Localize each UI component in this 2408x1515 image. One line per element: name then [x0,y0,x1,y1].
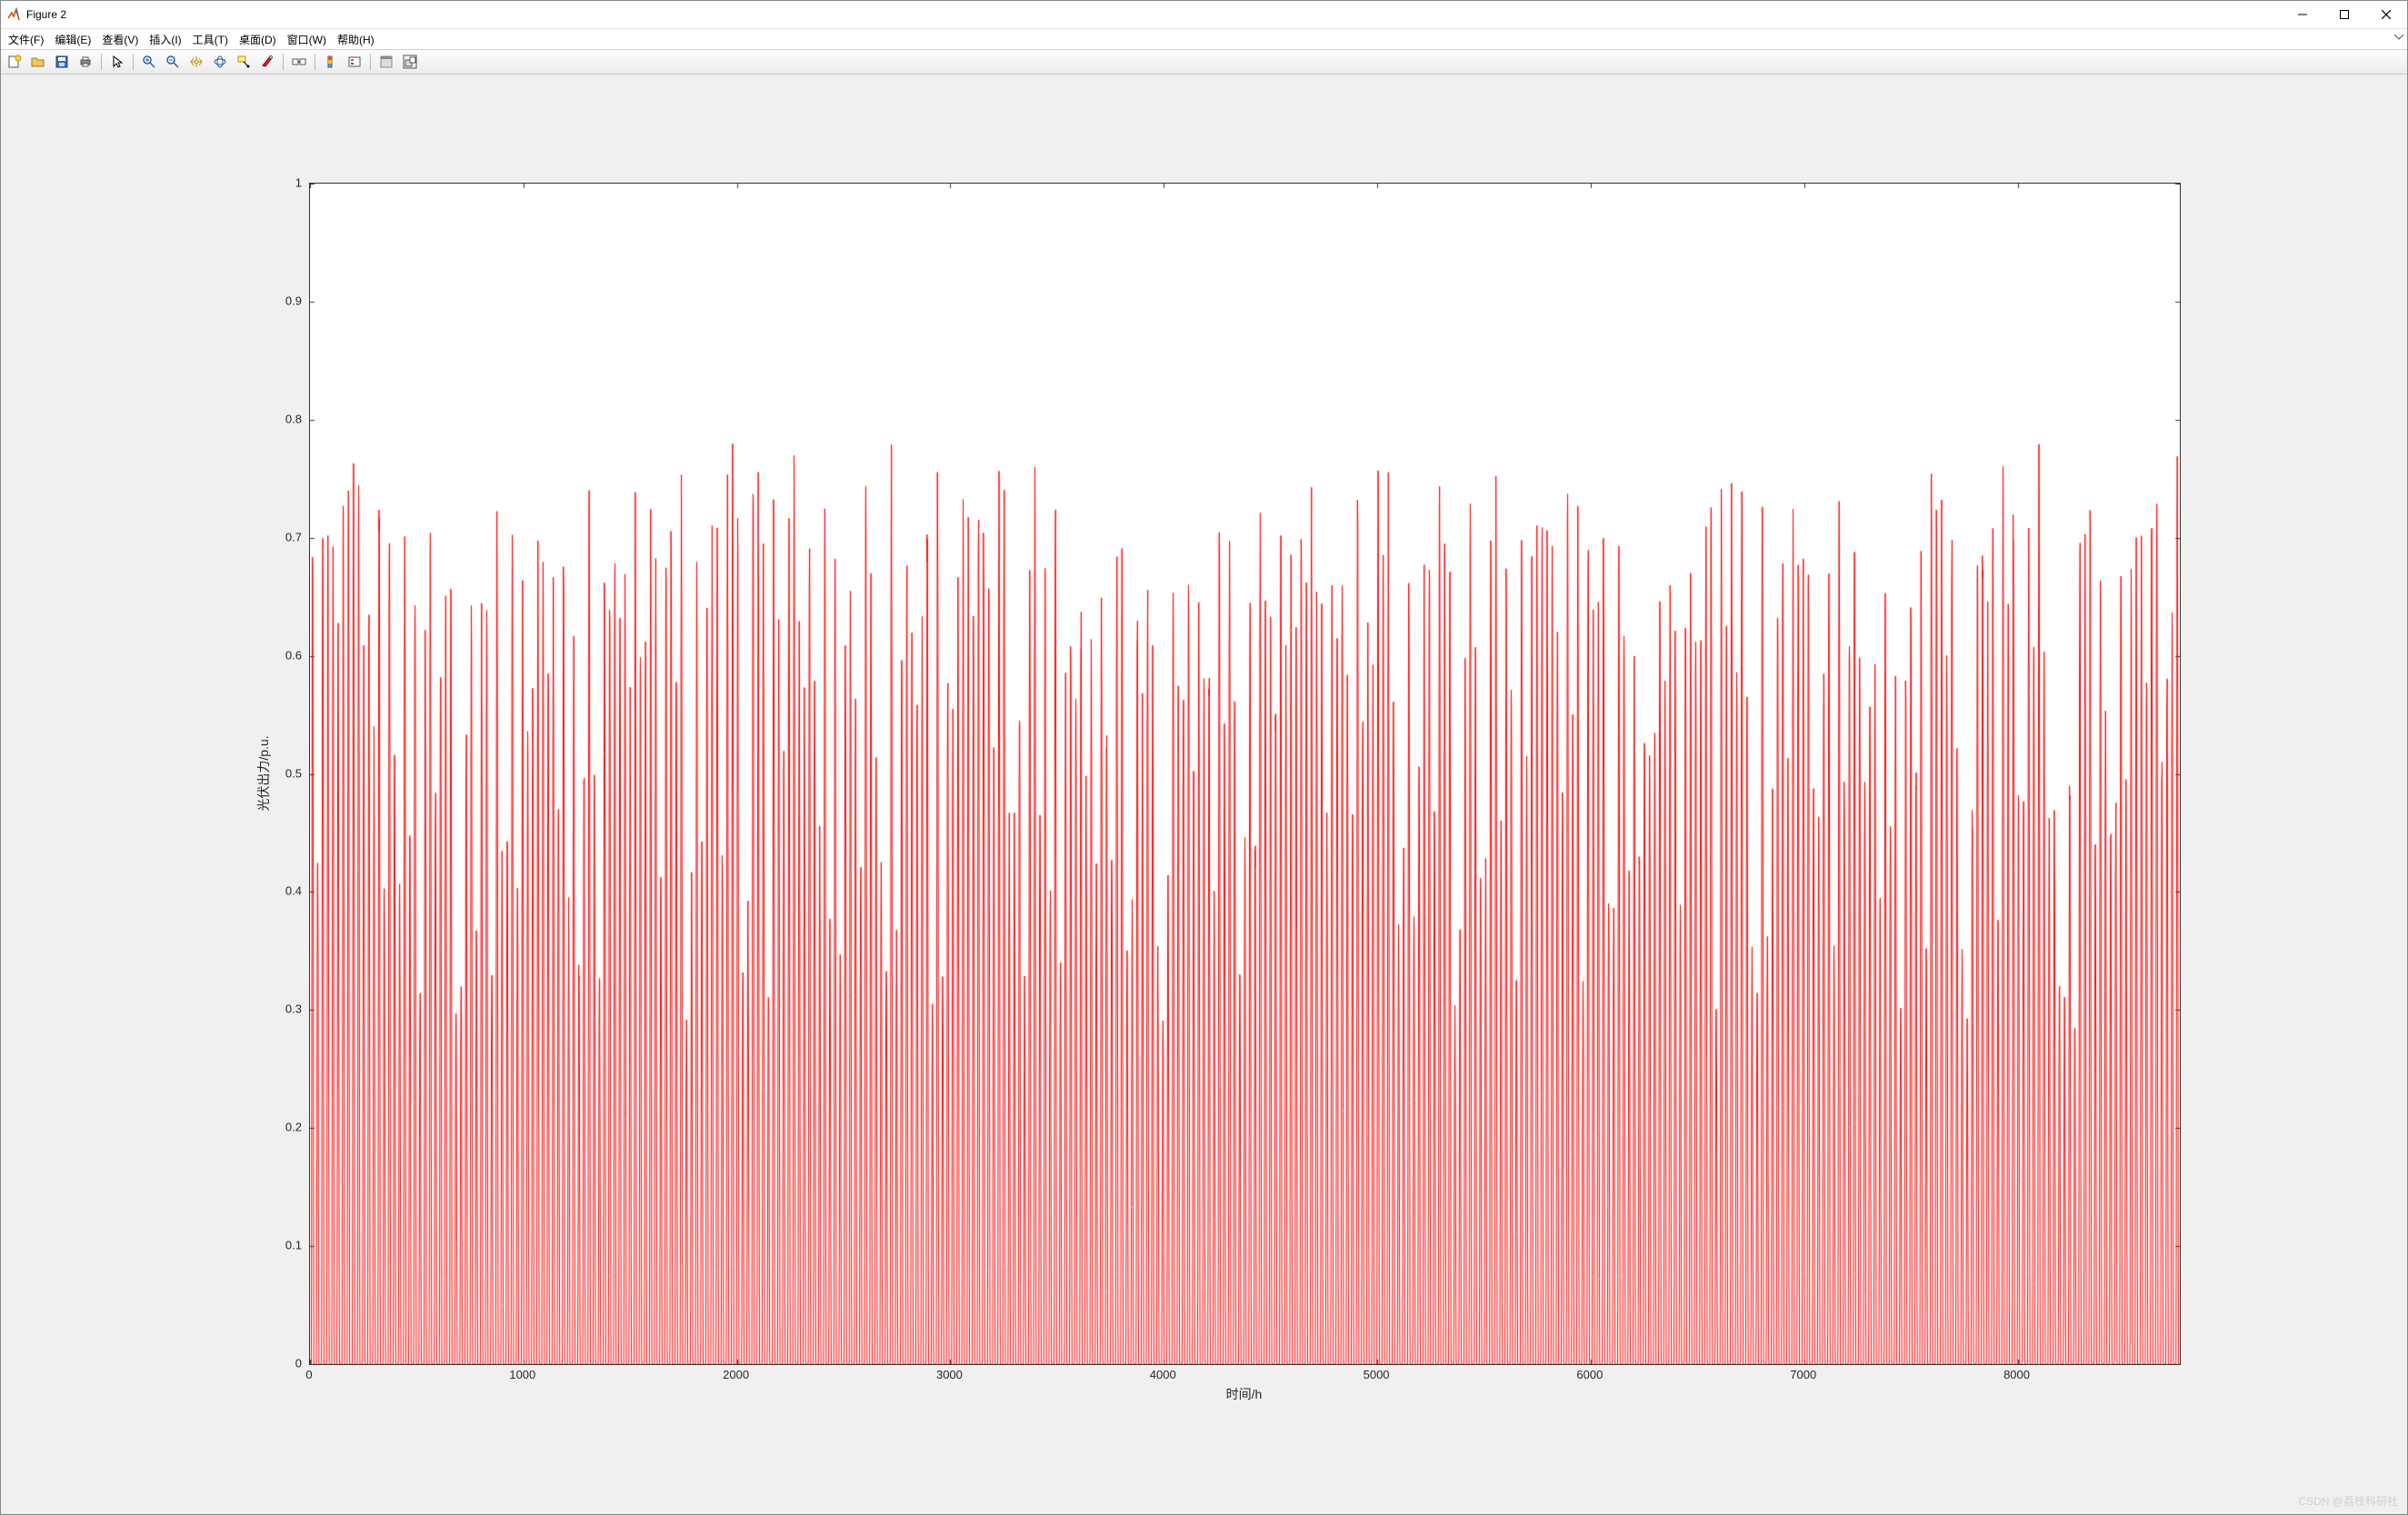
close-button[interactable] [2365,1,2407,28]
menu-view[interactable]: 查看(V) [96,30,144,49]
legend-icon[interactable] [344,51,365,73]
open-file-icon[interactable] [27,51,49,73]
menu-desktop[interactable]: 桌面(D) [234,30,282,49]
x-tick-label: 2000 [723,1368,749,1381]
x-tick-label: 7000 [1790,1368,1816,1381]
y-tick-label: 0.9 [285,294,302,307]
new-figure-icon[interactable] [4,51,25,73]
toolbar-separator [370,54,371,70]
y-tick-label: 0.5 [285,766,302,780]
y-tick-label: 0 [295,1357,302,1370]
menu-help[interactable]: 帮助(H) [332,30,380,49]
y-axis-label: 光伏出力/p.u. [255,735,273,811]
minimize-button[interactable] [2282,1,2323,28]
toolbar-separator [101,54,102,70]
dock-icon[interactable] [399,51,421,73]
rotate3d-icon[interactable] [209,51,231,73]
toolbar-separator [283,54,284,70]
y-tick-label: 1 [295,176,302,190]
zoom-in-icon[interactable] [138,51,160,73]
x-tick-label: 5000 [1364,1368,1390,1381]
pointer-icon[interactable] [106,51,128,73]
x-tick-label: 6000 [1576,1368,1603,1381]
menu-tools[interactable]: 工具(T) [187,30,234,49]
window-title: Figure 2 [26,8,66,21]
figure-area: CSDN @荔枝科研社 0 1000 2000 3000 4000 5000 6000 700… [1,75,2407,1514]
menu-window[interactable]: 窗口(W) [282,30,332,49]
x-tick-label: 4000 [1150,1368,1176,1381]
y-tick-label: 0.7 [285,530,302,543]
hide-tools-icon[interactable] [375,51,397,73]
toolbar-separator [133,54,134,70]
titlebar[interactable]: Figure 2 [1,1,2407,29]
y-tick-label: 0.3 [285,1002,302,1016]
x-axis-label: 时间/h [1226,1385,1263,1403]
y-tick-label: 0.2 [285,1121,302,1134]
save-icon[interactable] [51,51,73,73]
y-tick-label: 0.4 [285,884,302,898]
x-tick-label: 8000 [2003,1368,2030,1381]
matlab-icon [6,7,21,22]
axes-plot[interactable] [309,183,2181,1365]
x-tick-label: 3000 [936,1368,963,1381]
watermark: CSDN @荔枝科研社 [2298,1493,2398,1509]
maximize-button[interactable] [2323,1,2365,28]
y-tick-label: 0.6 [285,648,302,662]
x-tick-label: 0 [305,1368,312,1381]
figure-window: Figure 2 文件(F) 编辑(E) 查看(V) 插入(I) 工具(T) 桌… [0,0,2408,1515]
menu-edit[interactable]: 编辑(E) [49,30,96,49]
menu-tail-icon[interactable] [2394,31,2403,40]
menubar: 文件(F) 编辑(E) 查看(V) 插入(I) 工具(T) 桌面(D) 窗口(W… [1,29,2407,50]
y-tick-label: 0.8 [285,412,302,425]
x-tick-label: 1000 [509,1368,535,1381]
zoom-out-icon[interactable] [162,51,184,73]
pan-icon[interactable] [185,51,207,73]
y-tick-label: 0.1 [285,1239,302,1252]
print-icon[interactable] [75,51,96,73]
brush-icon[interactable] [256,51,278,73]
menu-file[interactable]: 文件(F) [3,30,49,49]
figure-toolbar [1,50,2407,75]
colorbar-icon[interactable] [320,51,342,73]
link-plot-icon[interactable] [288,51,310,73]
data-cursor-icon[interactable] [233,51,255,73]
menu-insert[interactable]: 插入(I) [144,30,186,49]
